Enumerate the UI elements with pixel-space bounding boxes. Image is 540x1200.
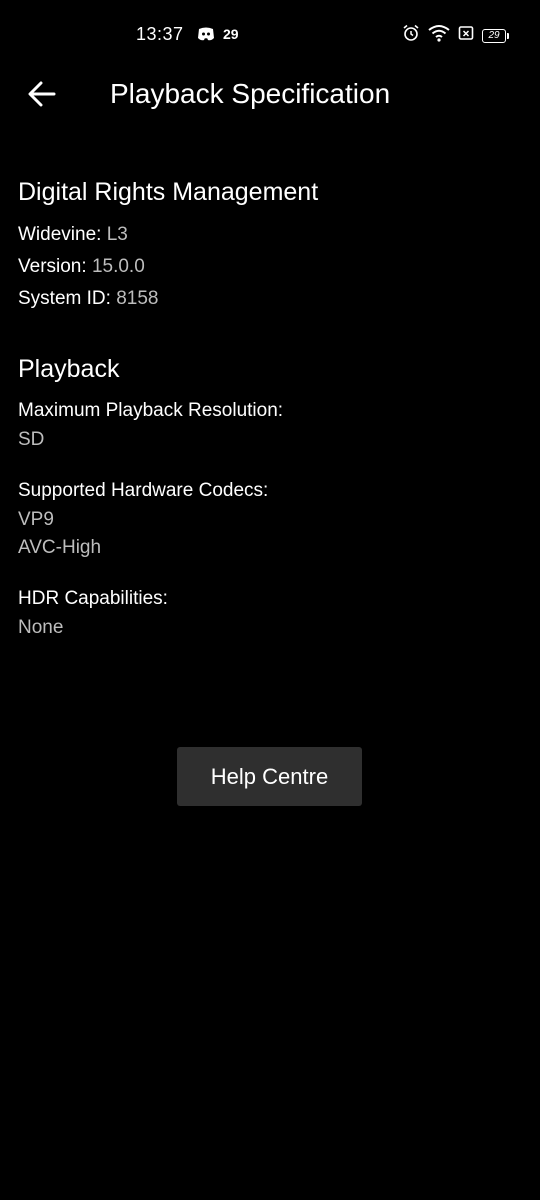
system-id-row: System ID: 8158 bbox=[18, 283, 522, 315]
battery-icon: 29 bbox=[482, 28, 509, 43]
drm-section-title: Digital Rights Management bbox=[18, 178, 319, 206]
app-header: Playback Specification bbox=[0, 70, 540, 122]
hdr-value: None bbox=[18, 617, 64, 638]
sim-icon bbox=[458, 25, 474, 46]
hdr-label: HDR Capabilities: bbox=[18, 588, 168, 609]
max-resolution-value: SD bbox=[18, 429, 45, 450]
max-resolution-block: Maximum Playback Resolution: SD bbox=[18, 396, 522, 454]
status-bar: 13:37 29 29 bbox=[0, 0, 540, 70]
spec-content: Digital Rights Management Widevine: L3 V… bbox=[18, 178, 522, 664]
playback-section-title: Playback bbox=[18, 355, 120, 383]
help-centre-button[interactable]: Help Centre bbox=[177, 747, 362, 806]
widevine-label: Widevine: bbox=[18, 224, 102, 245]
codec-item: VP9 bbox=[18, 509, 54, 530]
notification-count: 29 bbox=[223, 26, 239, 42]
discord-icon bbox=[196, 26, 216, 44]
hdr-block: HDR Capabilities: None bbox=[18, 584, 522, 642]
version-label: Version: bbox=[18, 256, 87, 277]
version-value: 15.0.0 bbox=[91, 256, 145, 277]
arrow-left-icon bbox=[28, 81, 56, 112]
alarm-icon bbox=[402, 24, 420, 47]
page-title: Playback Specification bbox=[110, 78, 391, 109]
back-button[interactable] bbox=[22, 78, 62, 114]
version-row: Version: 15.0.0 bbox=[18, 251, 522, 283]
max-resolution-label: Maximum Playback Resolution: bbox=[18, 400, 284, 421]
wifi-icon bbox=[428, 24, 450, 47]
codecs-block: Supported Hardware Codecs: VP9 AVC-High bbox=[18, 476, 522, 562]
status-icons: 29 bbox=[402, 24, 509, 47]
system-id-label: System ID: bbox=[18, 288, 111, 309]
status-time: 13:37 bbox=[136, 24, 184, 44]
codecs-label: Supported Hardware Codecs: bbox=[18, 480, 269, 501]
widevine-value: L3 bbox=[106, 224, 128, 245]
codec-item: AVC-High bbox=[18, 537, 102, 558]
widevine-row: Widevine: L3 bbox=[18, 219, 522, 251]
system-id-value: 8158 bbox=[116, 288, 159, 309]
